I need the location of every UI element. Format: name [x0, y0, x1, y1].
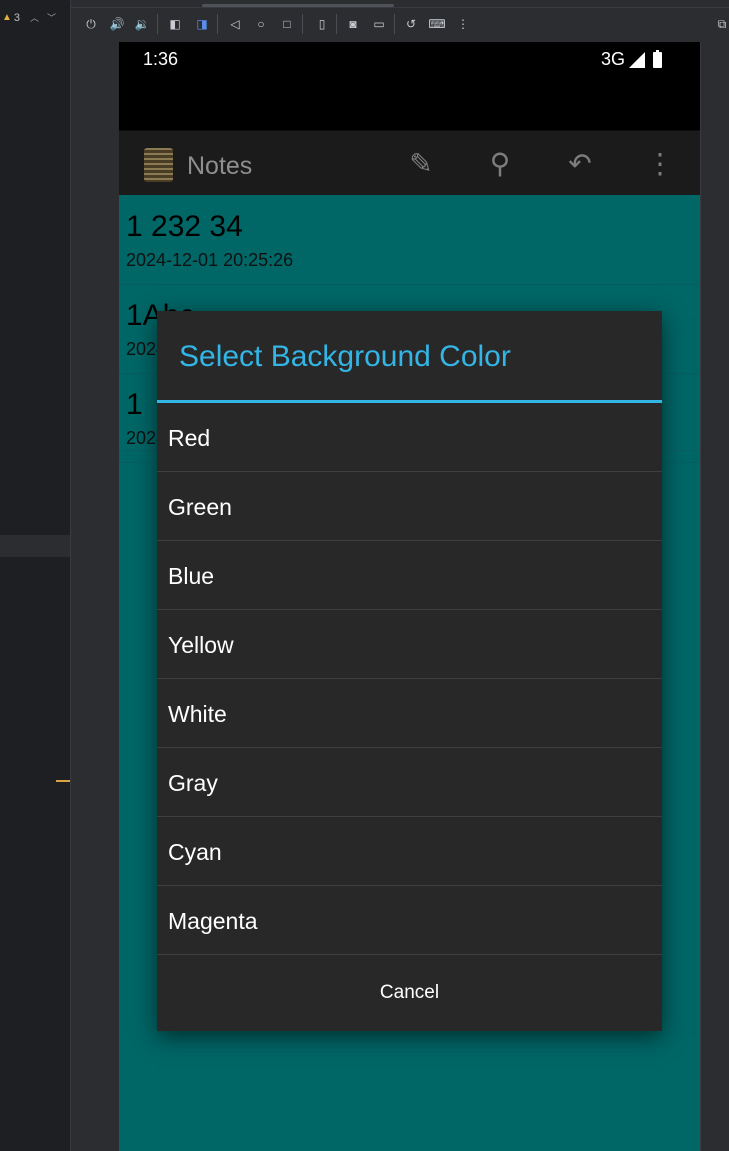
color-option-blue[interactable]: Blue [157, 541, 662, 610]
note-title: 1 [126, 388, 143, 421]
color-option-magenta[interactable]: Magenta [157, 886, 662, 955]
status-time: 1:36 [143, 49, 179, 69]
chevron-down-icon[interactable]: ﹀ [47, 11, 56, 24]
option-label: White [168, 701, 227, 727]
emulator-toolbar: ⏻ 🔊 🔉 ◧ ◨ ◁ ○ □ ▯ ◙ ▭ ↺ ⌨ ⋮ ⧉ [71, 0, 729, 42]
settings-icon[interactable]: ⌨ [427, 14, 447, 34]
option-label: Blue [168, 563, 215, 589]
action-bar: Notes ✎ ⚲ ↶ ⋮ [119, 130, 700, 195]
color-option-cyan[interactable]: Cyan [157, 817, 662, 886]
chevron-up-icon[interactable]: ︿ [30, 11, 39, 24]
warning-indicator[interactable]: ▲ 3 ︿ ﹀ [2, 11, 56, 24]
option-label: Magenta [168, 908, 258, 934]
app-title: Notes [187, 152, 253, 180]
new-note-icon[interactable]: ✎ [404, 147, 438, 179]
back-icon[interactable]: ◁ [225, 14, 245, 34]
cancel-button[interactable]: Cancel [157, 955, 662, 1031]
status-icons: 3G [601, 49, 662, 70]
selected-line-highlight [0, 535, 70, 557]
separator [217, 14, 218, 34]
toolbar-divider [71, 7, 729, 8]
dialog-button-bar: Cancel [157, 955, 662, 1031]
color-dialog: Select Background Color Red Green Blue Y… [157, 311, 662, 1031]
option-label: Yellow [168, 632, 234, 658]
overflow-menu-icon[interactable]: ⋮ [643, 147, 677, 179]
power-icon[interactable]: ⏻ [81, 14, 101, 34]
color-option-yellow[interactable]: Yellow [157, 610, 662, 679]
separator [302, 14, 303, 34]
notepad-icon [144, 148, 173, 182]
battery-icon [653, 49, 662, 68]
fold-icon[interactable]: ▯ [312, 14, 332, 34]
home-icon[interactable]: ○ [251, 14, 271, 34]
search-icon[interactable]: ⚲ [483, 147, 517, 179]
change-marker [56, 780, 70, 782]
option-label: Cyan [168, 839, 222, 865]
window-icon[interactable]: ⧉ [715, 14, 729, 34]
option-label: Green [168, 494, 232, 520]
overview-icon[interactable]: □ [277, 14, 297, 34]
color-option-white[interactable]: White [157, 679, 662, 748]
right-panel-strip [700, 42, 729, 1151]
rotate-left-icon[interactable]: ◧ [165, 14, 185, 34]
color-option-red[interactable]: Red [157, 403, 662, 472]
volume-down-icon[interactable]: 🔉 [132, 14, 152, 34]
color-option-green[interactable]: Green [157, 472, 662, 541]
option-label: Red [168, 425, 211, 451]
option-label: Gray [168, 770, 218, 796]
color-option-gray[interactable]: Gray [157, 748, 662, 817]
warning-count: 3 [13, 11, 21, 24]
separator [394, 14, 395, 34]
undo-icon[interactable]: ↶ [563, 147, 597, 179]
rotate-right-icon[interactable]: ◨ [192, 14, 212, 34]
dialog-title: Select Background Color [179, 340, 511, 373]
record-icon[interactable]: ▭ [369, 14, 389, 34]
network-type: 3G [600, 49, 625, 69]
more-icon[interactable]: ⋮ [453, 14, 473, 34]
status-bar: 1:36 3G [119, 42, 700, 130]
list-item[interactable]: 1 232 34 2024-12-01 20:25:26 [119, 196, 700, 285]
divider [700, 42, 701, 1151]
note-date: 2024-12-01 20:25:26 [126, 250, 294, 270]
color-options-list: Red Green Blue Yellow White Gray Cyan Ma… [157, 403, 662, 955]
ide-left-gutter: ▲ 3 ︿ ﹀ [0, 0, 70, 1151]
divider [70, 0, 71, 1151]
note-title: 1 232 34 [126, 210, 243, 243]
reset-icon[interactable]: ↺ [401, 14, 421, 34]
separator [336, 14, 337, 34]
screenshot-icon[interactable]: ◙ [343, 14, 363, 34]
signal-icon [629, 51, 645, 68]
volume-up-icon[interactable]: 🔊 [107, 14, 127, 34]
warning-icon: ▲ [2, 12, 12, 23]
separator [157, 14, 158, 34]
